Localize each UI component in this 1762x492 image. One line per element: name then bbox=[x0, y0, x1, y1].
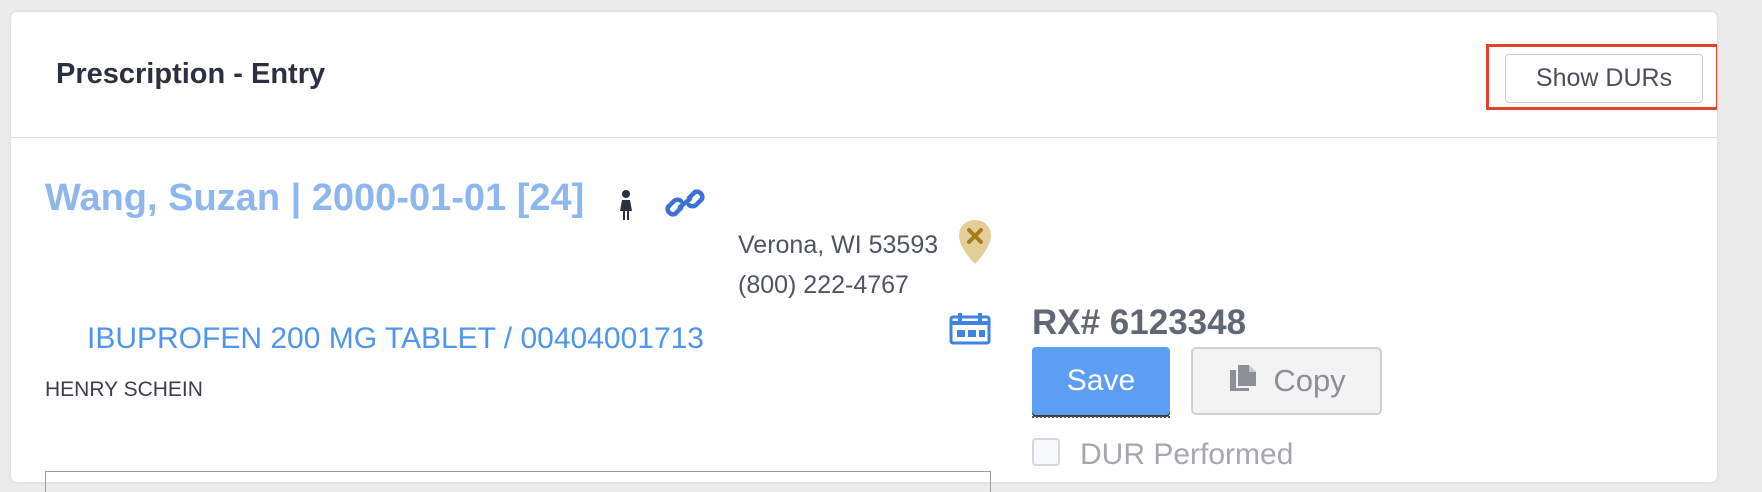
patient-address: Verona, WI 53593 (800) 222-4767 bbox=[738, 225, 938, 305]
manufacturer-name: HENRY SCHEIN bbox=[45, 378, 203, 401]
dur-performed-label: DUR Performed bbox=[1080, 438, 1294, 471]
copy-icon bbox=[1227, 361, 1259, 401]
copy-button-label: Copy bbox=[1273, 363, 1346, 398]
patient-name-link[interactable]: Wang, Suzan | 2000-01-01 [24] bbox=[45, 177, 584, 220]
dur-performed-checkbox[interactable] bbox=[1032, 438, 1060, 466]
page-title: Prescription - Entry bbox=[56, 58, 326, 90]
link-icon[interactable] bbox=[665, 188, 705, 223]
save-button[interactable]: Save bbox=[1032, 347, 1170, 415]
patient-phone: (800) 222-4767 bbox=[738, 271, 909, 299]
address-city-line: Verona, WI 53593 bbox=[738, 231, 939, 259]
calendar-icon[interactable] bbox=[949, 312, 991, 351]
copy-button[interactable]: Copy bbox=[1191, 347, 1382, 415]
sig-input-field[interactable] bbox=[45, 471, 991, 492]
drug-name-link[interactable]: IBUPROFEN 200 MG TABLET / 00404001713 bbox=[87, 322, 704, 356]
rx-number: RX# 6123348 bbox=[1032, 303, 1247, 342]
save-focus-underline bbox=[1032, 416, 1170, 418]
map-pin-x-icon[interactable] bbox=[957, 218, 993, 271]
show-durs-button[interactable]: Show DURs bbox=[1505, 54, 1703, 103]
card-header: Prescription - Entry Show DURs bbox=[11, 12, 1717, 138]
female-person-icon bbox=[619, 190, 633, 225]
